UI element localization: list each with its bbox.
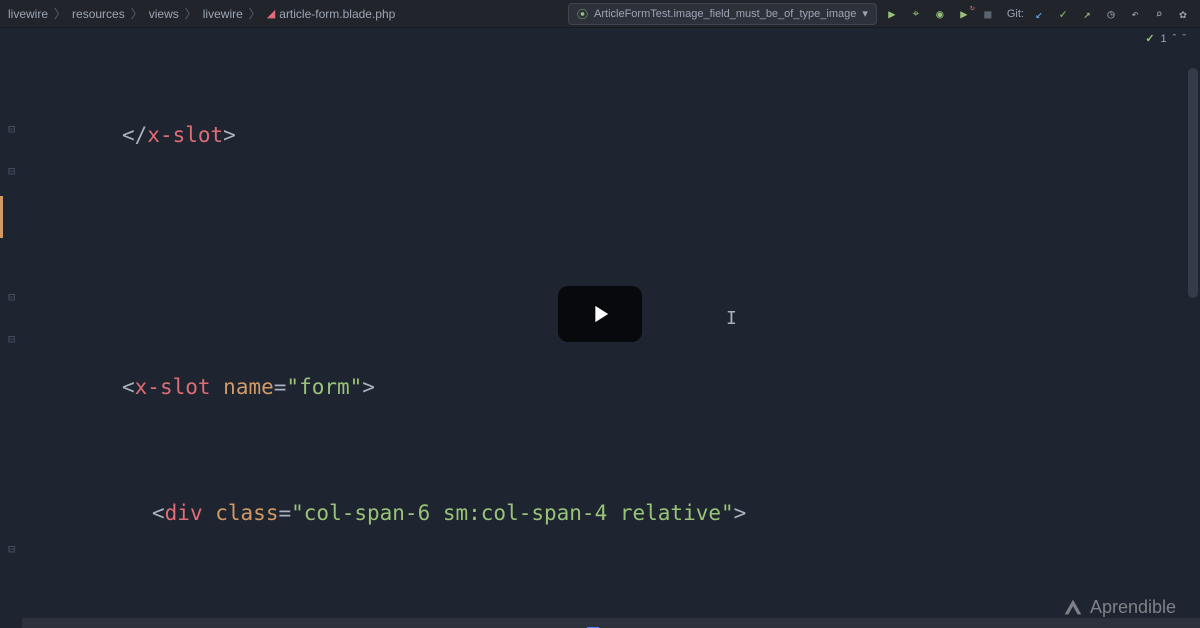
chevron-down-icon: ▾: [862, 7, 868, 20]
watermark: Aprendible: [1062, 596, 1176, 618]
code-line[interactable]: <x-slot name="form">: [22, 366, 1200, 408]
fold-icon[interactable]: ⊟: [8, 544, 18, 554]
rollback-icon[interactable]: ↶: [1126, 5, 1144, 23]
history-icon[interactable]: ◷: [1102, 5, 1120, 23]
breadcrumb-seg[interactable]: livewire: [203, 7, 243, 21]
toolbar-right: ⦿ ArticleFormTest.image_field_must_be_of…: [568, 3, 1192, 25]
video-play-button[interactable]: [558, 286, 642, 342]
chevron-right-icon: 〉: [131, 5, 143, 22]
debug-button[interactable]: ⌖: [907, 5, 925, 23]
coverage-button[interactable]: ◉: [931, 5, 949, 23]
test-icon: ⦿: [577, 6, 588, 22]
chevron-right-icon: 〉: [54, 5, 66, 22]
breadcrumb-file[interactable]: article-form.blade.php: [279, 7, 395, 21]
run-configuration-dropdown[interactable]: ⦿ ArticleFormTest.image_field_must_be_of…: [568, 3, 877, 25]
breadcrumb[interactable]: livewire 〉 resources 〉 views 〉 livewire …: [8, 5, 395, 22]
code-line[interactable]: <x-select-image wire:model="image" :imag…: [22, 618, 1200, 628]
run-button[interactable]: ▶: [883, 5, 901, 23]
fold-icon[interactable]: ⊟: [8, 334, 18, 344]
text-cursor-icon: I: [726, 298, 737, 340]
breadcrumb-root[interactable]: livewire: [8, 7, 48, 21]
run-config-label: ArticleFormTest.image_field_must_be_of_t…: [594, 8, 856, 20]
gutter[interactable]: ⊟ ⊟ ⊟ ⊟ ⊟: [0, 28, 22, 628]
chevron-right-icon: 〉: [185, 5, 197, 22]
stop-button[interactable]: ■: [979, 5, 997, 23]
watermark-label: Aprendible: [1090, 597, 1176, 618]
code-line[interactable]: <div class="col-span-6 sm:col-span-4 rel…: [22, 492, 1200, 534]
profile-button[interactable]: ▶↻: [955, 5, 973, 23]
code-line[interactable]: [22, 240, 1200, 282]
fold-icon[interactable]: ⊟: [8, 166, 18, 176]
git-commit-icon[interactable]: ✓: [1054, 5, 1072, 23]
top-bar: livewire 〉 resources 〉 views 〉 livewire …: [0, 0, 1200, 28]
breadcrumb-seg[interactable]: views: [149, 7, 179, 21]
chevron-right-icon: 〉: [249, 5, 261, 22]
fold-icon[interactable]: ⊟: [8, 292, 18, 302]
git-pull-icon[interactable]: ↙: [1030, 5, 1048, 23]
search-icon[interactable]: ⌕: [1150, 5, 1168, 23]
git-label: Git:: [1007, 8, 1024, 20]
settings-icon[interactable]: ✿: [1174, 5, 1192, 23]
change-marker[interactable]: [0, 196, 3, 238]
vertical-scrollbar[interactable]: [1188, 68, 1198, 298]
code-line[interactable]: </x-slot>: [22, 114, 1200, 156]
fold-icon[interactable]: ⊟: [8, 124, 18, 134]
breadcrumb-seg[interactable]: resources: [72, 7, 125, 21]
git-push-icon[interactable]: ↗: [1078, 5, 1096, 23]
blade-file-icon: ◢: [267, 7, 275, 20]
